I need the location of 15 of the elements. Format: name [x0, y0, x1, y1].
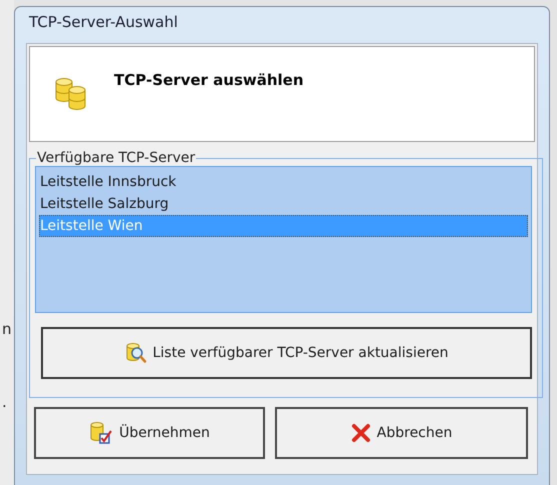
- database-icon: [54, 76, 88, 112]
- cancel-button[interactable]: Abbrechen: [275, 407, 528, 459]
- server-list[interactable]: Leitstelle Innsbruck Leitstelle Salzburg Leitstelle Wien: [35, 166, 532, 313]
- refresh-button[interactable]: Liste verfügbarer TCP-Server aktualisieren: [41, 327, 532, 379]
- server-list-item[interactable]: Leitstelle Innsbruck: [39, 171, 528, 193]
- header-title: TCP-Server auswählen: [114, 71, 304, 89]
- background-text: n: [2, 320, 13, 338]
- database-check-icon: [89, 421, 114, 445]
- window-title: TCP-Server-Auswahl: [28, 12, 179, 33]
- database-search-icon: [124, 342, 147, 364]
- group-label: Verfügbare TCP-Server: [36, 150, 196, 166]
- background-text: .: [2, 393, 8, 411]
- close-icon: [350, 423, 371, 443]
- accept-button[interactable]: Übernehmen: [34, 407, 265, 459]
- server-list-item[interactable]: Leitstelle Salzburg: [39, 193, 528, 215]
